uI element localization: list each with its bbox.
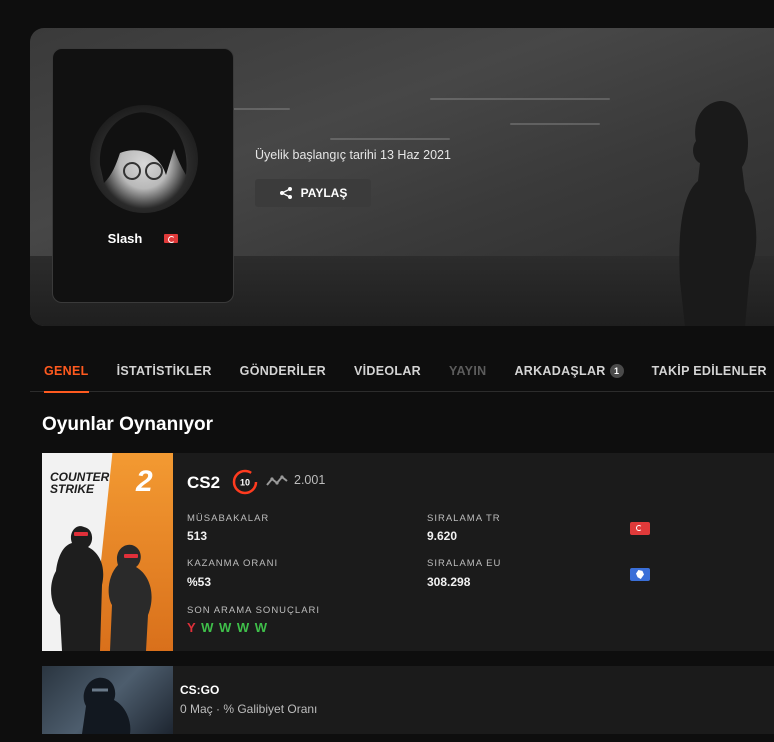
- cs2-game-card[interactable]: COUNTER STRIKE 2 CS2 10 2.001 MÜSABAKALA…: [42, 453, 774, 651]
- cs2-cover-image: COUNTER STRIKE 2: [42, 453, 173, 651]
- profile-tabs: GENEL İSTATİSTİKLER GÖNDERİLER VİDEOLAR …: [30, 352, 774, 393]
- csgo-cover-image: [42, 666, 173, 734]
- svg-text:10: 10: [240, 478, 250, 488]
- rank-eu-label: SIRALAMA EU: [427, 558, 502, 569]
- share-button[interactable]: PAYLAŞ: [255, 179, 371, 207]
- silhouette-image: [679, 101, 757, 326]
- tab-istatistikler[interactable]: İSTATİSTİKLER: [103, 352, 226, 392]
- tab-takip-edilenler[interactable]: TAKİP EDİLENLER: [638, 352, 774, 392]
- elo-value: 2.001: [294, 473, 326, 487]
- section-title: Oyunlar Oynanıyor: [42, 414, 214, 435]
- skill-level-icon: 10: [232, 469, 258, 495]
- csgo-game-card[interactable]: CS:GO 0 Maç · % Galibiyet Oranı: [42, 666, 774, 734]
- tab-gonderiler[interactable]: GÖNDERİLER: [226, 352, 340, 392]
- result-win: W: [236, 620, 251, 635]
- winrate-value: %53: [187, 575, 212, 589]
- turkey-flag-icon: [164, 234, 179, 243]
- csgo-title: CS:GO: [180, 683, 220, 697]
- result-win: W: [218, 620, 233, 635]
- cs2-title: CS2: [187, 473, 221, 492]
- result-loss: Y: [187, 620, 197, 635]
- result-win: W: [254, 620, 269, 635]
- share-icon: [279, 187, 292, 199]
- matches-value: 513: [187, 529, 208, 543]
- avatar[interactable]: [90, 105, 198, 213]
- share-label: PAYLAŞ: [300, 186, 348, 200]
- csgo-subtitle: 0 Maç · % Galibiyet Oranı: [180, 702, 318, 716]
- tab-arkadaslar[interactable]: ARKADAŞLAR 1: [500, 352, 637, 392]
- member-since: Üyelik başlangıç tarihi 13 Haz 2021: [255, 148, 451, 162]
- turkey-flag-icon: [630, 522, 650, 535]
- europe-region-icon: [630, 568, 650, 581]
- profile-card: Slash: [52, 48, 234, 303]
- rank-eu-value: 308.298: [427, 575, 471, 589]
- matches-label: MÜSABAKALAR: [187, 513, 270, 524]
- elo-icon: [266, 475, 288, 486]
- winrate-label: KAZANMA ORANI: [187, 558, 279, 569]
- tab-genel[interactable]: GENEL: [30, 352, 103, 393]
- username: Slash: [107, 231, 143, 246]
- recent-results: Y W W W W: [187, 620, 268, 635]
- result-win: W: [201, 620, 215, 635]
- rank-tr-value: 9.620: [427, 529, 458, 543]
- rank-tr-label: SIRALAMA TR: [427, 513, 501, 524]
- recent-results-label: SON ARAMA SONUÇLARI: [187, 605, 321, 616]
- friends-count-badge: 1: [609, 364, 624, 378]
- tab-yayin: YAYIN: [449, 364, 487, 378]
- tab-videolar[interactable]: VİDEOLAR: [340, 352, 435, 392]
